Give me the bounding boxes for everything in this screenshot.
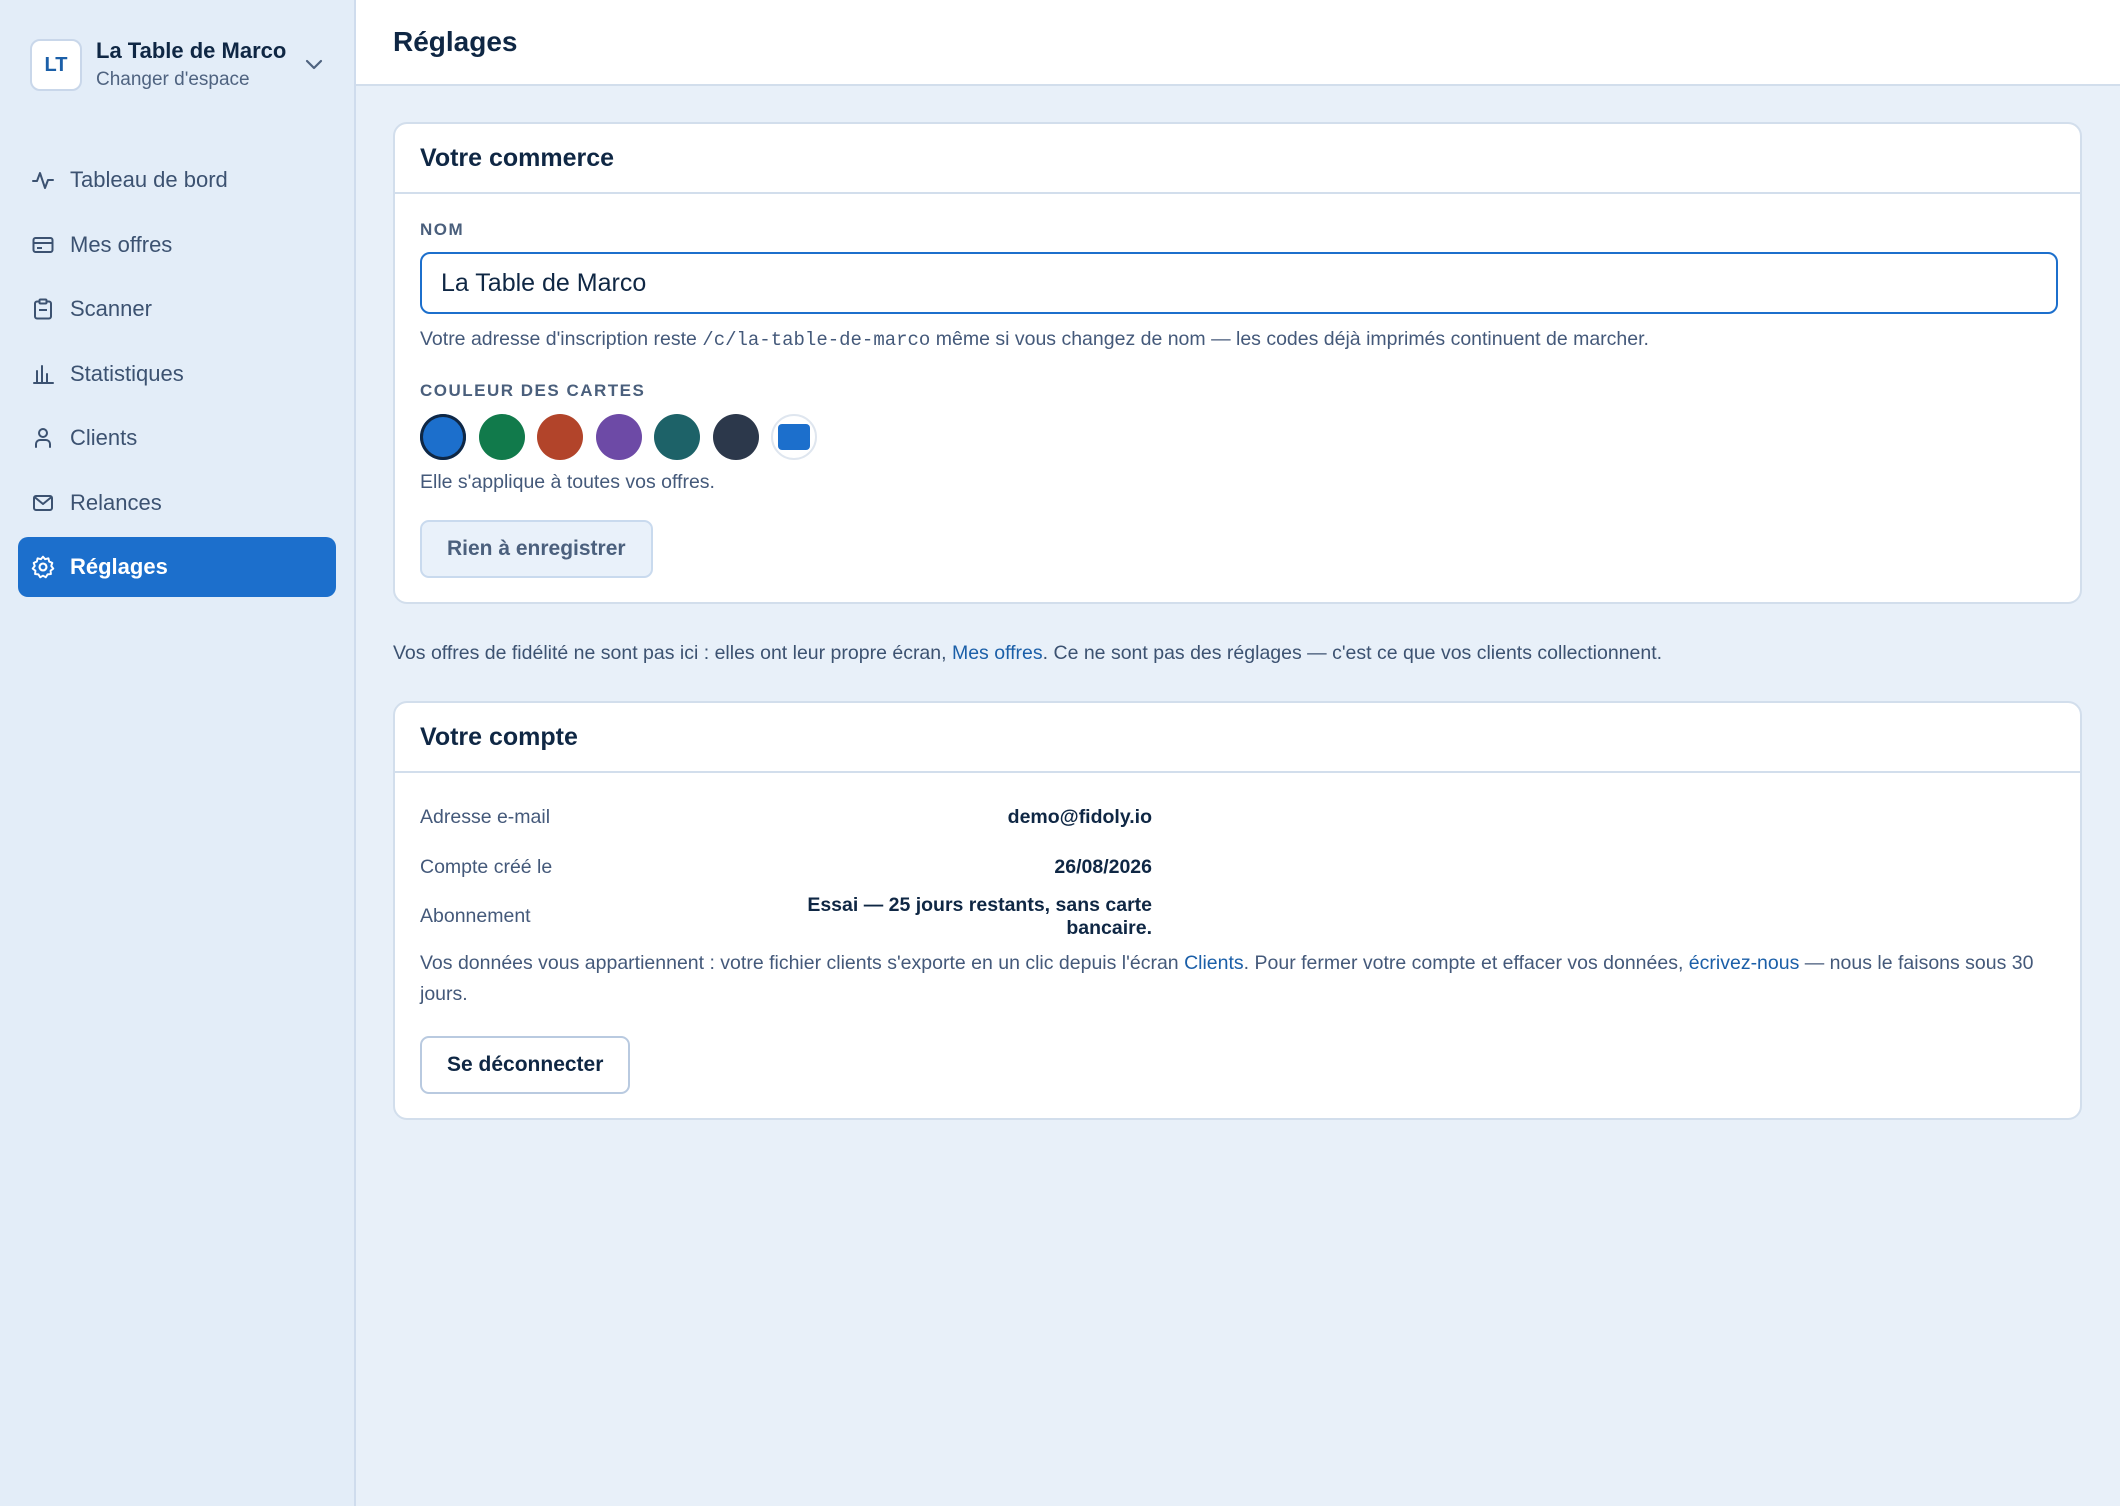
sidebar-item-offers[interactable]: Mes offres (18, 215, 336, 275)
workspace-switcher[interactable]: LT La Table de Marco Changer d'espace (18, 18, 336, 112)
business-card: Votre commerce NOM Votre adresse d'inscr… (393, 122, 2082, 604)
subscription-value: Essai — 25 jours restants, sans carte ba… (807, 893, 1152, 939)
card-color-label: COULEUR DES CARTES (420, 381, 646, 400)
custom-color-picker[interactable] (771, 414, 817, 460)
subscription-row: Abonnement Essai — 25 jours restants, sa… (420, 892, 2055, 942)
created-label: Compte créé le (420, 855, 553, 878)
created-row: Compte créé le 26/08/2026 (420, 843, 2055, 893)
bar-chart-icon (30, 361, 56, 387)
signup-path: /c/la-table-de-marco (702, 329, 931, 351)
custom-color-fill (778, 424, 810, 450)
app: LT La Table de Marco Changer d'espace Ta… (0, 0, 2120, 1506)
account-card: Votre compte Adresse e-mail demo@fidoly.… (393, 701, 2082, 1120)
workspace-switch-label: Changer d'espace (96, 69, 250, 90)
logout-button[interactable]: Se déconnecter (420, 1035, 631, 1094)
sidebar-item-stats[interactable]: Statistiques (18, 344, 336, 404)
sidebar-nav: Tableau de bord Mes offres Scanner Stati… (18, 150, 336, 597)
business-card-header: Votre commerce (395, 124, 2080, 194)
sidebar-item-settings[interactable]: Réglages (18, 537, 336, 597)
topbar: Réglages (356, 0, 2120, 86)
name-label: NOM (420, 220, 465, 239)
subscription-label: Abonnement (420, 905, 531, 928)
name-hint: Votre adresse d'inscription reste /c/la-… (420, 324, 2055, 355)
sidebar-item-label: Clients (70, 425, 138, 450)
page-title: Réglages (393, 26, 518, 57)
created-value: 26/08/2026 (1054, 855, 1152, 878)
gear-icon (30, 554, 56, 580)
color-swatches (420, 413, 2055, 461)
color-swatch-blue[interactable] (420, 414, 466, 460)
color-swatch-teal[interactable] (654, 414, 700, 460)
color-swatch-navy[interactable] (712, 414, 759, 460)
card-icon (30, 232, 56, 258)
sidebar-item-label: Statistiques (70, 360, 184, 386)
sidebar-item-label: Mes offres (70, 231, 173, 257)
business-card-title: Votre commerce (420, 143, 615, 172)
mail-icon (30, 490, 56, 516)
color-hint: Elle s'applique à toutes vos offres. (420, 471, 715, 493)
sidebar-item-label: Tableau de bord (70, 167, 228, 192)
offers-link[interactable]: Mes offres (952, 642, 1043, 664)
offers-note-before: Vos offres de fidélité ne sont pas ici :… (393, 642, 952, 664)
sidebar-item-clients[interactable]: Clients (18, 408, 336, 468)
sidebar-item-label: Scanner (70, 296, 152, 321)
color-swatch-purple[interactable] (595, 414, 642, 460)
sidebar-item-dashboard[interactable]: Tableau de bord (18, 150, 336, 210)
sidebar-item-label: Réglages (70, 554, 168, 579)
main: Réglages Votre commerce NOM Votre adress… (356, 0, 2120, 1506)
workspace-avatar: LT (30, 39, 82, 91)
offers-note-after: . Ce ne sont pas des réglages — c'est ce… (1042, 642, 1663, 664)
email-row: Adresse e-mail demo@fidoly.io (420, 793, 2055, 843)
chevron-down-icon[interactable] (304, 55, 324, 75)
name-hint-after: même si vous changez de nom — les codes … (930, 328, 1649, 350)
data-ownership-note: Vos données vous appartiennent : votre f… (420, 948, 2055, 1010)
data-note-part2: . Pour fermer votre compte et effacer vo… (1243, 951, 1689, 974)
account-card-title: Votre compte (420, 722, 578, 751)
clients-link[interactable]: Clients (1184, 952, 1244, 974)
color-swatch-green[interactable] (478, 414, 525, 460)
account-card-header: Votre compte (395, 703, 2080, 773)
activity-icon (30, 167, 56, 193)
email-label: Adresse e-mail (420, 806, 551, 829)
contact-link[interactable]: écrivez-nous (1689, 952, 1800, 974)
sidebar-item-label: Relances (70, 489, 162, 515)
data-note-part1: Vos données vous appartiennent : votre f… (420, 951, 1185, 974)
clipboard-icon (30, 296, 56, 322)
sidebar-item-scanner[interactable]: Scanner (18, 279, 336, 339)
workspace-text: La Table de Marco Changer d'espace (96, 36, 304, 94)
user-icon (30, 425, 56, 451)
account-card-body: Adresse e-mail demo@fidoly.io Compte cré… (395, 773, 2080, 1118)
content: Votre commerce NOM Votre adresse d'inscr… (356, 86, 2120, 1120)
save-button[interactable]: Rien à enregistrer (420, 520, 653, 578)
offers-note: Vos offres de fidélité ne sont pas ici :… (393, 642, 2083, 665)
color-swatch-red[interactable] (537, 414, 583, 460)
email-value: demo@fidoly.io (1007, 806, 1152, 829)
sidebar-item-reminders[interactable]: Relances (18, 473, 336, 533)
name-hint-before: Votre adresse d'inscription reste (420, 328, 703, 350)
business-card-body: NOM Votre adresse d'inscription reste /c… (395, 194, 2080, 602)
name-input[interactable] (420, 252, 2058, 314)
sidebar: LT La Table de Marco Changer d'espace Ta… (0, 0, 356, 1506)
workspace-name: La Table de Marco (96, 38, 287, 63)
